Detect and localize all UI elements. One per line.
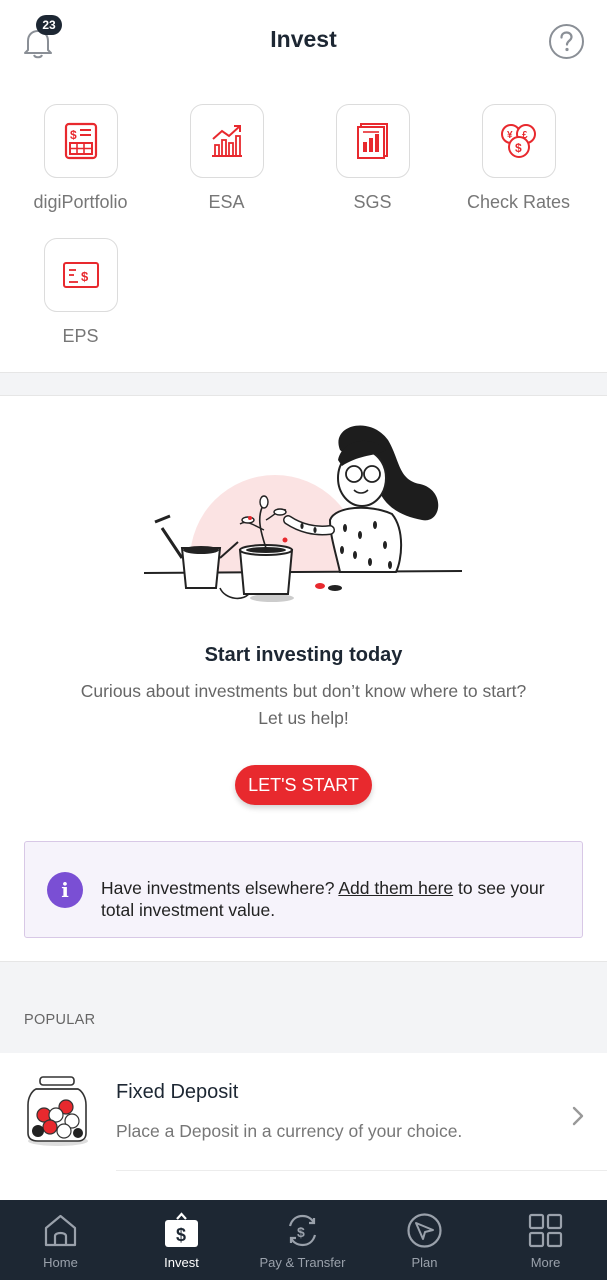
- product-row-fixed-deposit[interactable]: Fixed Deposit Place a Deposit in a curre…: [0, 1053, 607, 1193]
- tile-label: EPS: [62, 326, 99, 346]
- popular-heading: POPULAR: [24, 1012, 96, 1028]
- banner-text: Have investments elsewhere? Add them her…: [101, 877, 561, 921]
- grid-icon: [528, 1213, 563, 1248]
- banner-prefix: Have investments elsewhere?: [101, 878, 339, 898]
- svg-text:$: $: [81, 269, 89, 284]
- hero-title: Start investing today: [204, 644, 403, 666]
- svg-text:$: $: [515, 141, 522, 155]
- home-icon: [44, 1214, 77, 1247]
- plan-icon: [407, 1213, 442, 1248]
- investing-illustration: [130, 425, 480, 610]
- row-separator: [116, 1170, 607, 1171]
- svg-text:¥: ¥: [507, 130, 513, 141]
- tile-label: Check Rates: [466, 192, 571, 212]
- nav-label: Home: [43, 1255, 78, 1270]
- product-description: Place a Deposit in a currency of your ch…: [116, 1121, 463, 1141]
- section-divider: [0, 372, 607, 396]
- nav-pay-transfer[interactable]: $ Pay & Transfer: [242, 1200, 363, 1280]
- product-name: Fixed Deposit: [116, 1081, 239, 1103]
- rates-icon-box: ¥ £ $: [481, 104, 556, 178]
- nav-label: More: [530, 1255, 561, 1270]
- info-icon: i: [47, 872, 83, 908]
- tile-label: digiPortfolio: [33, 192, 128, 212]
- bottom-navigation: Home $ Invest $ Pay & Transfer Plan More: [0, 1200, 607, 1280]
- add-investments-link[interactable]: Add them here: [338, 878, 453, 898]
- svg-text:$: $: [70, 128, 77, 142]
- hero-subtitle: Curious about investments but don’t know…: [80, 681, 527, 728]
- nav-label: Plan: [411, 1255, 438, 1270]
- transfer-icon: $: [288, 1214, 317, 1247]
- nav-invest[interactable]: $ Invest: [121, 1200, 242, 1280]
- portfolio-icon: $: [64, 122, 97, 160]
- tile-eps[interactable]: $ EPS: [8, 238, 153, 347]
- nav-more[interactable]: More: [485, 1200, 606, 1280]
- external-investments-banner: i Have investments elsewhere? Add them h…: [24, 841, 583, 938]
- nav-home[interactable]: Home: [0, 1200, 121, 1280]
- svg-text:$: $: [297, 1224, 305, 1240]
- sgs-icon-box: [335, 104, 410, 178]
- nav-label: Pay & Transfer: [259, 1255, 346, 1270]
- nav-label: Invest: [164, 1255, 199, 1270]
- svg-text:$: $: [176, 1225, 186, 1245]
- section-divider: [0, 961, 607, 1053]
- tile-label: ESA: [208, 192, 245, 212]
- header: 23 Invest: [0, 0, 607, 84]
- quick-actions: $ digiPortfolio ESA SGS ¥ £ $ Check Rate…: [0, 104, 607, 354]
- svg-text:£: £: [522, 130, 528, 141]
- cheque-icon: $: [62, 262, 99, 288]
- page-title: Invest: [270, 26, 337, 52]
- tile-check-rates[interactable]: ¥ £ $ Check Rates: [446, 104, 591, 213]
- eps-icon-box: $: [43, 238, 118, 312]
- jar-icon: [27, 1076, 88, 1146]
- tile-sgs[interactable]: SGS: [300, 104, 445, 213]
- portfolio-icon-box: $: [43, 104, 118, 178]
- tile-esa[interactable]: ESA: [154, 104, 299, 213]
- tile-digiportfolio[interactable]: $ digiPortfolio: [8, 104, 153, 213]
- nav-plan[interactable]: Plan: [364, 1200, 485, 1280]
- lets-start-button[interactable]: LET'S START: [235, 765, 372, 805]
- invest-bag-icon: $: [165, 1212, 198, 1247]
- help-icon[interactable]: [548, 23, 585, 60]
- chevron-right-icon: [572, 1106, 584, 1126]
- document-chart-icon: [356, 123, 388, 159]
- esa-icon-box: [189, 104, 264, 178]
- chart-growth-icon: [211, 125, 242, 157]
- currency-exchange-icon: ¥ £ $: [500, 124, 536, 158]
- tile-label: SGS: [353, 192, 392, 212]
